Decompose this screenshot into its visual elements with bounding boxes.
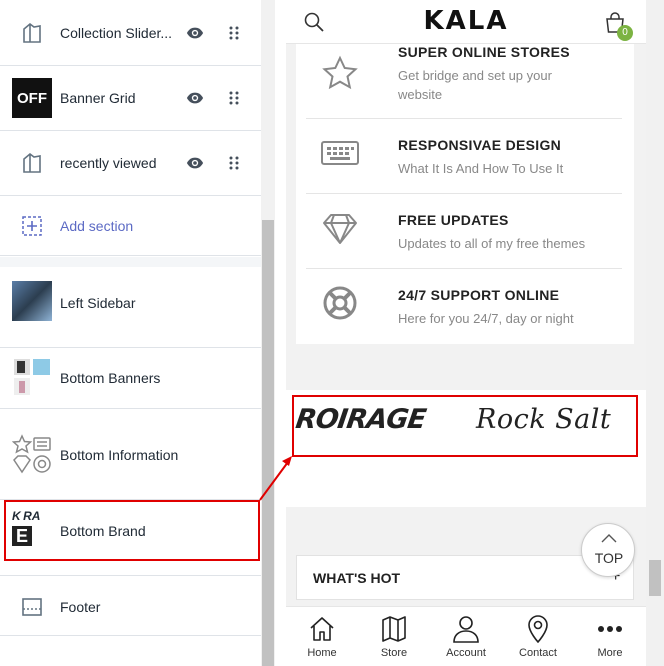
nav-item-account[interactable]: Account [430,607,502,666]
nav-label: Contact [519,647,557,659]
store-logo[interactable]: KALA [286,6,646,36]
sidebar-scrollbar[interactable] [261,0,275,666]
section-icon [12,13,52,53]
bottom-information-thumbnail [12,434,52,474]
section-label: Bottom Banners [60,370,161,386]
section-label: Bottom Information [60,447,179,463]
section-label: Footer [60,599,101,615]
keyboard-icon [321,141,359,165]
drag-handle-icon[interactable] [229,91,239,105]
feature-title: FREE UPDATES [398,212,509,228]
section-icon [12,143,52,183]
cart-count-badge: 0 [617,25,633,41]
footer-icon [12,587,52,627]
thumbnail-text: E [12,526,33,546]
whats-hot-title: WHAT'S HOT [313,570,401,586]
thumbnail-text: OFF [17,89,47,107]
banner-grid-thumbnail: OFF [12,78,52,118]
store-header: KALA 0 [286,0,646,44]
nav-item-more[interactable]: More [574,607,646,666]
chevron-up-icon [601,534,617,543]
add-section-button[interactable]: Add section [0,196,261,256]
theme-sections-sidebar: Collection Slider... OFF Banner Grid rec… [0,0,261,666]
thumbnail-text: K RA [12,509,41,523]
add-section-icon [12,206,52,246]
nav-item-store[interactable]: Store [358,607,430,666]
scrollbar-thumb[interactable] [649,560,661,596]
section-item-bottom-banners[interactable]: Bottom Banners [0,348,261,409]
left-sidebar-thumbnail [12,281,52,321]
section-item-bottom-brand[interactable]: K RA E Bottom Brand [0,500,261,576]
nav-label: More [597,647,623,659]
bottom-brand-section: ROIRAGE Rock Salt [286,390,646,507]
back-to-top-button[interactable]: TOP [581,523,635,577]
feature-title: RESPONSIVAE DESIGN [398,137,562,153]
bottom-banners-thumbnail [12,357,52,397]
section-item-bottom-information[interactable]: Bottom Information [0,409,261,500]
preview-scrollbar[interactable] [646,0,664,666]
brand-logo[interactable]: ROIRAGE [294,404,427,435]
section-label: Banner Grid [60,90,136,106]
feature-subtitle: What It Is And How To Use It [398,161,564,176]
bottom-navigation: Home Store Account Contact More [286,606,646,666]
section-item-left-sidebar[interactable]: Left Sidebar [0,271,261,348]
add-section-label: Add section [60,218,134,234]
bottom-brand-thumbnail: K RA E [12,508,52,548]
drag-handle-icon[interactable] [229,26,239,40]
section-item-recently-viewed[interactable]: recently viewed [0,131,261,196]
nav-label: Store [380,647,408,659]
back-to-top-label: TOP [594,550,624,566]
feature-item: 24/7 SUPPORT ONLINE Here for you 24/7, d… [306,269,622,344]
section-item-footer[interactable]: Footer [0,576,261,636]
eye-icon[interactable] [186,89,204,107]
feature-item: SUPER ONLINE STORES Get bridge and set u… [306,44,622,119]
section-item-collection-slider[interactable]: Collection Slider... [0,0,261,66]
bottom-information-section: SUPER ONLINE STORES Get bridge and set u… [296,44,634,344]
lifebuoy-icon [323,286,357,320]
brand-logo[interactable]: Rock Salt [476,404,611,435]
feature-title: SUPER ONLINE STORES [398,44,570,60]
map-icon [382,616,406,642]
section-item-banner-grid[interactable]: OFF Banner Grid [0,66,261,131]
scrollbar-thumb[interactable] [262,220,274,666]
diamond-icon [323,214,357,244]
feature-subtitle: Updates to all of my free themes [398,236,586,251]
home-icon [310,617,334,641]
eye-icon[interactable] [186,24,204,42]
feature-title: 24/7 SUPPORT ONLINE [398,287,560,303]
feature-item: RESPONSIVAE DESIGN What It Is And How To… [306,119,622,194]
nav-label: Home [307,647,337,659]
feature-subtitle: Here for you 24/7, day or night [398,311,574,326]
more-dots-icon [598,626,622,632]
feature-subtitle: website [398,87,443,102]
eye-icon[interactable] [186,154,204,172]
section-label: recently viewed [60,155,157,171]
nav-item-home[interactable]: Home [286,607,358,666]
drag-handle-icon[interactable] [229,156,239,170]
nav-label: Account [446,647,486,659]
feature-subtitle: Get bridge and set up your [398,68,552,83]
location-pin-icon [528,615,548,643]
nav-item-contact[interactable]: Contact [502,607,574,666]
section-label: Collection Slider... [60,25,173,41]
user-icon [453,616,479,643]
group-separator [0,257,261,267]
feature-item: FREE UPDATES Updates to all of my free t… [306,194,622,269]
section-label: Left Sidebar [60,295,136,311]
theme-preview: KALA 0 SUPER ONLINE STORES Get bridge an… [286,0,646,666]
section-label: Bottom Brand [60,523,146,539]
star-icon [322,55,358,90]
